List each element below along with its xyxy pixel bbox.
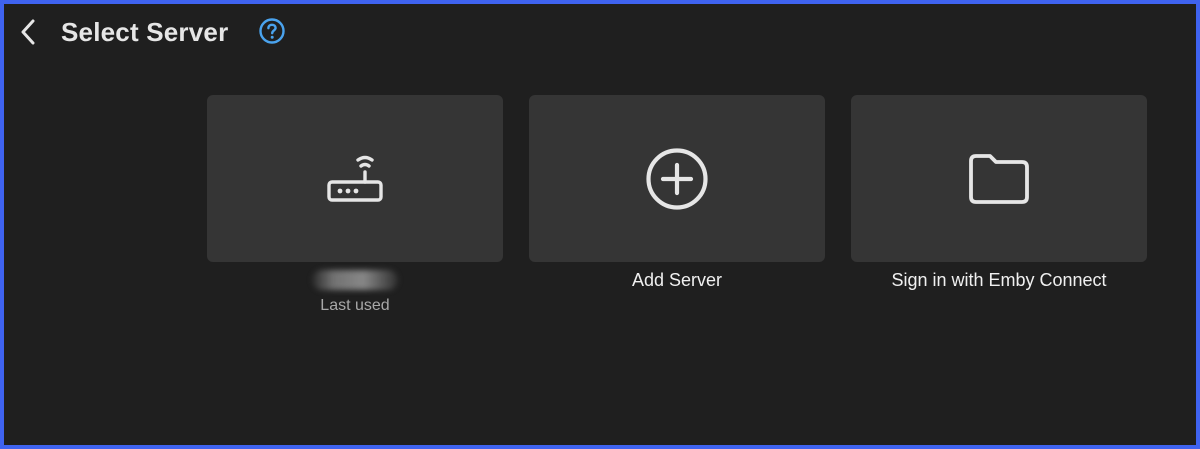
emby-connect-card-wrap: Sign in with Emby Connect	[851, 95, 1147, 316]
chevron-left-icon	[21, 19, 35, 45]
emby-connect-label[interactable]: Sign in with Emby Connect	[891, 269, 1106, 291]
add-server-card[interactable]	[529, 95, 825, 262]
add-server-label[interactable]: Add Server	[632, 269, 722, 291]
last-used-label: Last used	[320, 297, 390, 314]
plus-circle-icon	[646, 147, 708, 210]
add-server-card-wrap: Add Server	[529, 95, 825, 316]
server-card-wrap: Last used	[207, 95, 503, 316]
folder-icon	[969, 153, 1029, 204]
server-options: Last used Add Server Sign in with Emby C…	[207, 95, 1147, 316]
help-circle-icon	[259, 18, 285, 44]
app-window: Select Server Last used Add Server Sign …	[4, 4, 1196, 445]
server-card[interactable]	[207, 95, 503, 262]
emby-connect-card[interactable]	[851, 95, 1147, 262]
router-icon	[327, 155, 383, 202]
server-name[interactable]	[312, 270, 398, 290]
back-button[interactable]	[12, 16, 44, 48]
help-button[interactable]	[258, 17, 286, 45]
page-title: Select Server	[61, 17, 229, 47]
header: Select Server	[4, 4, 1196, 60]
